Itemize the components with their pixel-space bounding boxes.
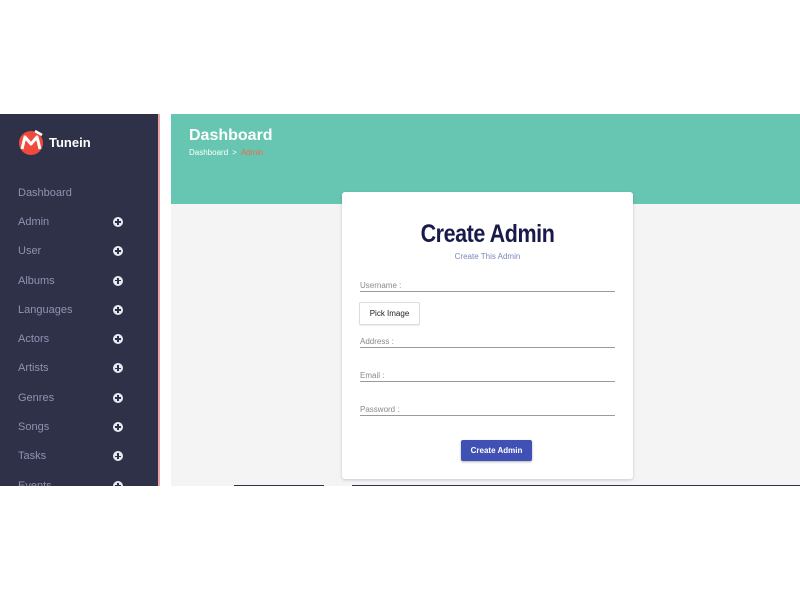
- create-admin-button[interactable]: Create Admin: [461, 440, 532, 461]
- email-field: [360, 364, 615, 382]
- email-input[interactable]: [360, 364, 615, 381]
- username-input[interactable]: [360, 274, 615, 291]
- breadcrumb: Dashboard > Admin: [189, 148, 264, 157]
- expand-plus-icon[interactable]: [113, 275, 123, 286]
- sidebar-item-label: Tasks: [18, 450, 47, 463]
- page-title: Dashboard: [189, 127, 273, 144]
- username-field: [360, 274, 615, 292]
- expand-plus-icon[interactable]: [113, 334, 123, 345]
- expand-plus-icon[interactable]: [113, 304, 123, 315]
- password-input[interactable]: [360, 398, 615, 415]
- sidebar-item-tasks[interactable]: Tasks: [0, 442, 158, 471]
- address-input[interactable]: [360, 330, 615, 347]
- form-subtitle: Create This Admin: [454, 252, 521, 261]
- expand-plus-icon[interactable]: [113, 451, 123, 462]
- sidebar-item-label: Albums: [18, 274, 55, 287]
- sidebar-item-genres[interactable]: Genres: [0, 383, 158, 412]
- sidebar-item-label: Languages: [18, 303, 73, 316]
- expand-plus-icon[interactable]: [113, 422, 123, 433]
- address-field: [360, 330, 615, 348]
- footer-strip: [234, 485, 324, 486]
- brand-name: Tunein: [49, 134, 91, 150]
- sidebar-item-label: Events: [18, 479, 52, 486]
- expand-plus-icon[interactable]: [113, 363, 123, 374]
- brand[interactable]: Tunein: [18, 129, 91, 155]
- sidebar-item-label: Dashboard: [18, 186, 72, 199]
- sidebar-item-user[interactable]: User: [0, 237, 158, 266]
- sidebar-item-label: User: [18, 245, 42, 258]
- breadcrumb-root[interactable]: Dashboard: [189, 148, 228, 157]
- pick-image-button[interactable]: Pick Image: [359, 302, 420, 325]
- sidebar-item-events[interactable]: Events: [0, 471, 158, 486]
- sidebar-item-dashboard[interactable]: Dashboard: [0, 178, 158, 207]
- sidebar-item-label: Artists: [18, 362, 49, 375]
- sidebar-nav: Dashboard Admin User Albums Languages Actors A…: [0, 178, 158, 486]
- sidebar-item-label: Genres: [18, 391, 55, 404]
- sidebar-divider: [158, 114, 171, 486]
- sidebar-item-albums[interactable]: Albums: [0, 266, 158, 295]
- create-admin-card: Create Admin Create This Admin Pick Imag…: [342, 192, 633, 479]
- breadcrumb-current: Admin: [240, 148, 264, 157]
- expand-plus-icon[interactable]: [113, 480, 123, 486]
- sidebar-item-label: Songs: [18, 421, 50, 434]
- expand-plus-icon[interactable]: [113, 392, 123, 403]
- app-window: Tunein Dashboard Admin User Albums Languages…: [0, 114, 800, 486]
- sidebar-item-admin[interactable]: Admin: [0, 207, 158, 236]
- sidebar-item-actors[interactable]: Actors: [0, 324, 158, 353]
- form-title: Create Admin: [420, 220, 555, 248]
- sidebar: Tunein Dashboard Admin User Albums Languages…: [0, 114, 158, 486]
- sidebar-item-songs[interactable]: Songs: [0, 412, 158, 441]
- sidebar-item-artists[interactable]: Artists: [0, 354, 158, 383]
- footer-strip: [352, 485, 800, 486]
- expand-plus-icon[interactable]: [113, 216, 123, 227]
- tunein-logo-icon: [19, 129, 43, 155]
- sidebar-item-languages[interactable]: Languages: [0, 295, 158, 324]
- sidebar-item-label: Admin: [18, 215, 50, 228]
- page-header: Dashboard Dashboard > Admin: [171, 114, 800, 204]
- breadcrumb-separator: >: [232, 148, 237, 157]
- expand-plus-icon[interactable]: [113, 246, 123, 257]
- sidebar-item-label: Actors: [18, 333, 50, 346]
- password-field: [360, 398, 615, 416]
